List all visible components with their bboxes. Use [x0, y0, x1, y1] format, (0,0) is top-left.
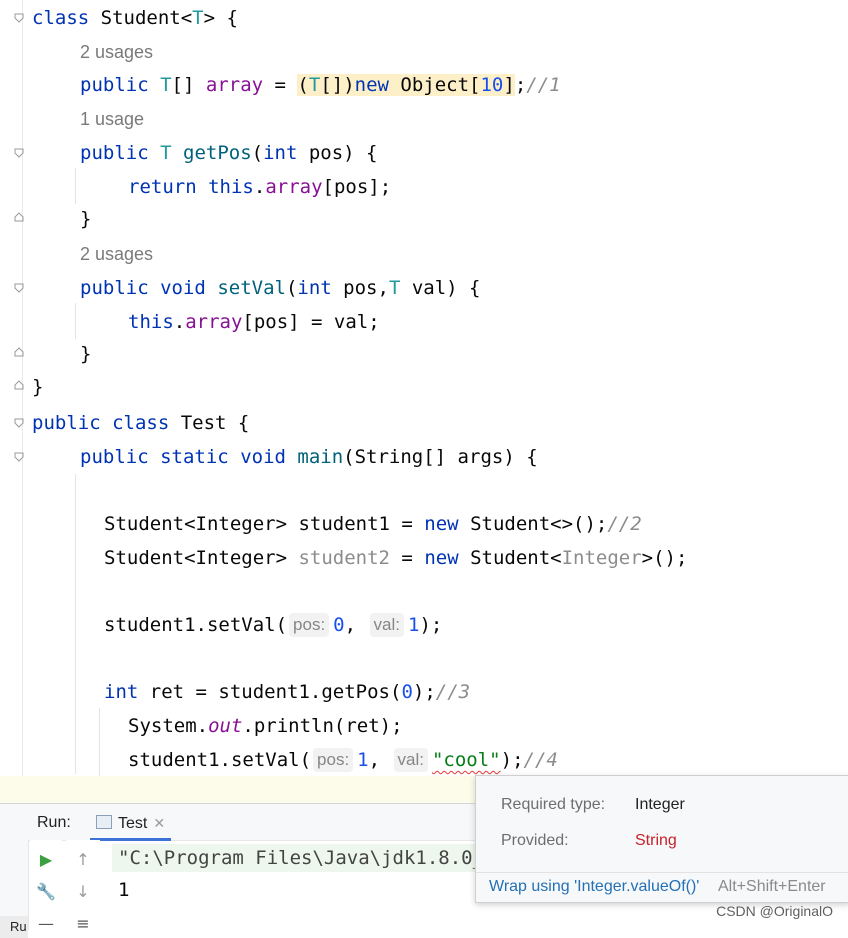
fold-open-icon[interactable]	[14, 148, 24, 158]
param-hint: pos:	[289, 613, 330, 637]
code-line[interactable]: this.array[pos] = val;	[128, 306, 380, 338]
fold-close-icon[interactable]	[14, 380, 24, 390]
watermark: CSDN @OriginalO	[716, 903, 833, 919]
provided-value: String	[635, 832, 677, 849]
indent-guide	[75, 168, 76, 204]
code-line[interactable]: }	[32, 371, 43, 403]
shortcut-hint: Alt+Shift+Enter	[718, 878, 826, 895]
provided-label: Provided:	[501, 832, 569, 849]
fold-open-icon[interactable]	[14, 452, 24, 462]
code-line[interactable]: public void setVal(int pos,T val) {	[80, 272, 480, 304]
usages-hint[interactable]: 2 usages	[80, 240, 153, 268]
console-toolbar: ↑ ↓ ≡	[66, 840, 100, 933]
code-line[interactable]: student1.setVal(pos: 0, val: 1);	[104, 609, 442, 641]
fold-open-icon[interactable]	[14, 283, 24, 293]
down-arrow-icon[interactable]: ↓	[71, 880, 95, 904]
tab-test[interactable]: Test ✕	[90, 808, 172, 841]
rerun-icon[interactable]: ▶	[34, 848, 58, 872]
code-line[interactable]: Student<Integer> student2 = new Student<…	[104, 542, 687, 574]
console-command[interactable]: "C:\Program Files\Java\jdk1.8.0_1	[118, 844, 496, 872]
indent-guide	[75, 474, 76, 774]
param-hint: val:	[393, 748, 428, 772]
stop-icon[interactable]: —	[34, 912, 58, 936]
required-type-label: Required type:	[501, 796, 606, 813]
console-output[interactable]: 1	[118, 876, 129, 904]
fold-open-icon[interactable]	[14, 418, 24, 428]
comment: //3	[435, 681, 471, 703]
code-line[interactable]: student1.setVal(pos: 1, val: "cool");//4	[128, 744, 558, 776]
usages-hint[interactable]: 1 usage	[80, 105, 144, 133]
code-line[interactable]: public T[] array = (T[])new Object[10];/…	[80, 69, 561, 101]
type-error-popup: Required type: Integer Provided: String …	[475, 775, 848, 903]
comment: //1	[526, 74, 561, 96]
code-line[interactable]: return this.array[pos];	[128, 171, 391, 203]
code-line[interactable]: }	[80, 203, 91, 235]
soft-wrap-icon[interactable]: ≡	[71, 912, 95, 936]
param-hint: val:	[369, 613, 404, 637]
wrap-quick-fix-link[interactable]: Wrap using 'Integer.valueOf()'	[489, 878, 699, 896]
tab-label: Test	[118, 815, 148, 832]
run-toolbar: ▶ 🔧 —	[30, 840, 62, 933]
wrench-icon[interactable]: 🔧	[34, 880, 58, 904]
console-icon	[96, 815, 112, 829]
code-line[interactable]: public class Test {	[32, 407, 249, 439]
close-icon[interactable]: ✕	[153, 815, 165, 831]
up-arrow-icon[interactable]: ↑	[71, 848, 95, 872]
comment: //4	[523, 749, 558, 771]
code-line[interactable]: class Student<T> {	[32, 2, 238, 34]
fold-close-icon[interactable]	[14, 347, 24, 357]
fold-open-icon[interactable]	[14, 13, 24, 23]
code-line[interactable]: int ret = student1.getPos(0);//3	[104, 676, 470, 708]
code-line[interactable]: Student<Integer> student1 = new Student<…	[104, 508, 642, 540]
popup-footer: Wrap using 'Integer.valueOf()' Alt+Shift…	[476, 872, 848, 903]
code-line[interactable]: public static void main(String[] args) {	[80, 441, 538, 473]
code-line[interactable]: public T getPos(int pos) {	[80, 137, 378, 169]
indent-guide	[75, 303, 76, 339]
side-tool-label[interactable]: Ru	[0, 916, 28, 938]
indent-guide	[99, 708, 100, 778]
side-bar: Ru	[0, 840, 29, 938]
code-line[interactable]: }	[80, 338, 91, 370]
param-hint: pos:	[313, 748, 354, 772]
fold-close-icon[interactable]	[14, 212, 24, 222]
required-type-value: Integer	[635, 796, 685, 813]
usages-hint[interactable]: 2 usages	[80, 38, 153, 66]
code-line[interactable]: System.out.println(ret);	[128, 710, 403, 742]
run-label: Run:	[37, 814, 71, 831]
comment: //2	[607, 513, 642, 535]
